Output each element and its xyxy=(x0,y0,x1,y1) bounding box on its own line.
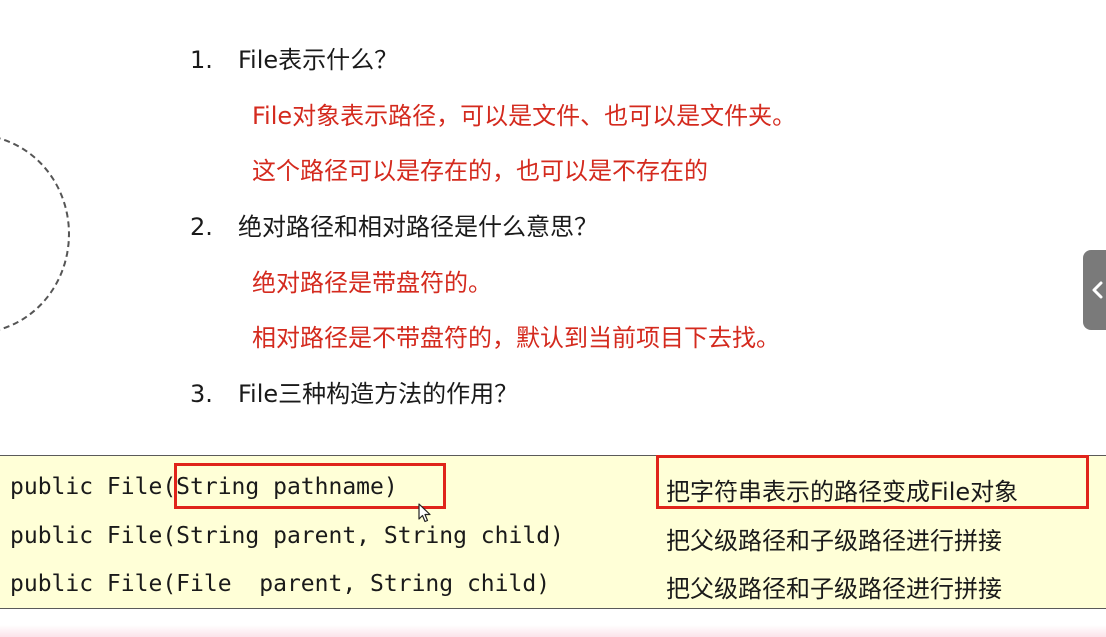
answer-2-1: 绝对路径是带盘符的。 xyxy=(252,269,492,297)
question-text: File表示什么？ xyxy=(238,46,399,74)
question-3: 3. File三种构造方法的作用？ xyxy=(190,374,518,409)
constructor-description: 把父级路径和子级路径进行拼接 xyxy=(666,575,1002,603)
bottom-gradient-strip xyxy=(0,625,1106,637)
constructor-signature: public File(String parent, String child) xyxy=(10,523,564,549)
question-1: 1. File表示什么？ xyxy=(190,40,398,75)
slide: 1. File表示什么？ File对象表示路径，可以是文件、也可以是文件夹。 这个… xyxy=(0,0,1106,637)
highlight-box-description xyxy=(656,455,1089,509)
constructor-row: public File(File parent, String child) 把… xyxy=(0,565,1106,605)
constructor-description: 把父级路径和子级路径进行拼接 xyxy=(666,527,1002,555)
chevron-left-icon xyxy=(1092,281,1103,299)
side-panel-toggle[interactable] xyxy=(1083,250,1106,330)
answer-2-2: 相对路径是不带盘符的，默认到当前项目下去找。 xyxy=(252,324,780,352)
question-2: 2. 绝对路径和相对路径是什么意思？ xyxy=(190,207,598,242)
question-text: File三种构造方法的作用？ xyxy=(238,380,519,408)
question-number: 1. xyxy=(190,46,213,74)
question-number: 2. xyxy=(190,213,213,241)
question-number: 3. xyxy=(190,380,213,408)
constructor-row: public File(String parent, String child)… xyxy=(0,517,1106,557)
mouse-cursor-icon xyxy=(418,503,431,523)
constructor-signature: public File(File parent, String child) xyxy=(10,571,551,597)
answer-1-1: File对象表示路径，可以是文件、也可以是文件夹。 xyxy=(252,102,797,130)
dashed-circle-decoration xyxy=(0,134,70,334)
highlight-box-parameter xyxy=(174,463,446,509)
question-text: 绝对路径和相对路径是什么意思？ xyxy=(238,213,598,241)
answer-1-2: 这个路径可以是存在的，也可以是不存在的 xyxy=(252,157,708,185)
